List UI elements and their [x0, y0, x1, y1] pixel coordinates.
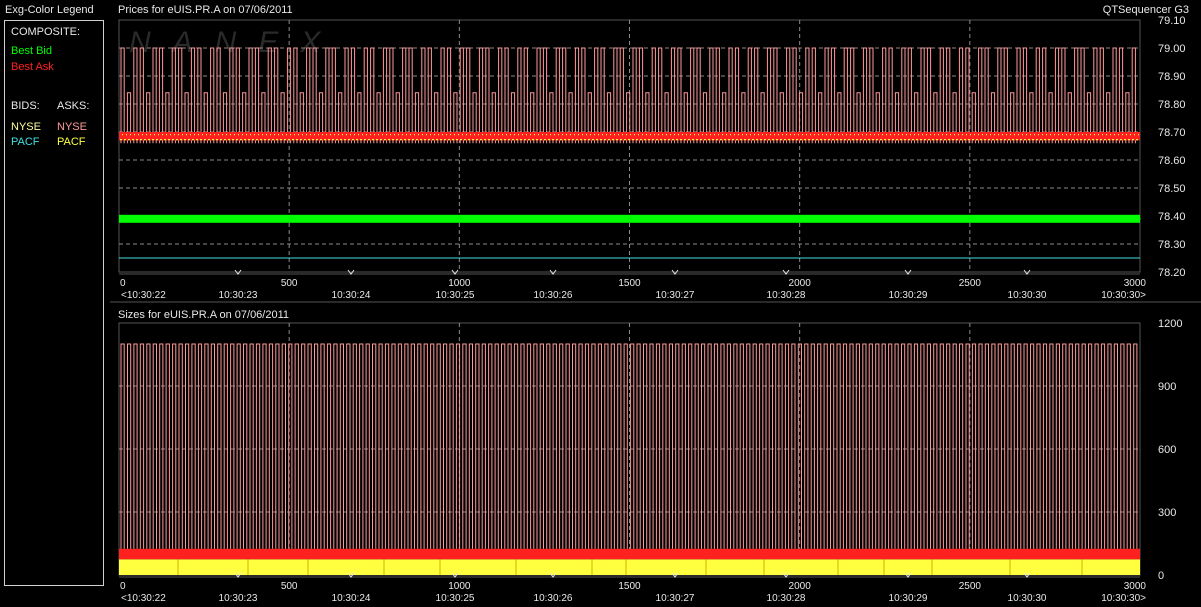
- prices-y-tick-label: 79.00: [1158, 43, 1186, 55]
- prices-time-tick-label: 10:30:30: [1008, 290, 1047, 301]
- prices-y-tick-label: 79.10: [1158, 15, 1186, 27]
- sizes-time-tick-label: 10:30:28: [767, 593, 806, 604]
- sizes-y-tick-label: 900: [1158, 381, 1176, 393]
- prices-x-tick-label: 2000: [789, 278, 812, 289]
- sizes-time-tick-label: 10:30:30: [1008, 593, 1047, 604]
- sizes-x-tick-label: 3000: [1124, 581, 1147, 592]
- prices-time-tick-label: 10:30:30>: [1101, 290, 1146, 301]
- prices-time-tick-label: 10:30:27: [656, 290, 695, 301]
- sizes-x-tick-label: 2000: [789, 581, 812, 592]
- prices-time-tick-label: <10:30:22: [121, 290, 166, 301]
- prices-time-tick-label: 10:30:28: [767, 290, 806, 301]
- prices-y-tick-label: 78.90: [1158, 71, 1186, 83]
- prices-y-tick-label: 78.50: [1158, 183, 1186, 195]
- prices-y-tick-label: 78.60: [1158, 155, 1186, 167]
- prices-time-tick-label: 10:30:25: [436, 290, 475, 301]
- sizes-x-tick-label: 2500: [959, 581, 982, 592]
- sizes-x-tick-label: 1000: [448, 581, 471, 592]
- sizes-y-tick-label: 300: [1158, 507, 1176, 519]
- sizes-time-tick-label: 10:30:26: [534, 593, 573, 604]
- sizes-y-tick-label: 600: [1158, 444, 1176, 456]
- sizes-time-tick-label: 10:30:29: [889, 593, 928, 604]
- sizes-time-tick-label: 10:30:27: [656, 593, 695, 604]
- prices-x-tick-label: 0: [120, 278, 126, 289]
- prices-x-tick-label: 3000: [1124, 278, 1147, 289]
- prices-y-tick-label: 78.70: [1158, 127, 1186, 139]
- prices-time-tick-label: 10:30:26: [534, 290, 573, 301]
- prices-x-tick-label: 2500: [959, 278, 982, 289]
- sizes-time-tick-label: 10:30:23: [219, 593, 258, 604]
- sizes-x-tick-label: 0: [120, 581, 126, 592]
- sizes-y-tick-label: 0: [1158, 570, 1164, 582]
- prices-time-tick-label: 10:30:23: [219, 290, 258, 301]
- sizes-time-tick-label: 10:30:24: [332, 593, 371, 604]
- sizes-x-tick-label: 500: [281, 581, 298, 592]
- sizes-y-tick-label: 1200: [1158, 318, 1182, 330]
- watermark: NANEX: [129, 26, 342, 59]
- prices-x-tick-label: 1500: [618, 278, 641, 289]
- series-best-bid: [119, 214, 1140, 223]
- sizes-x-tick-label: 1500: [618, 581, 641, 592]
- app-window: Exg-Color Legend COMPOSITE: Best Bid Bes…: [0, 0, 1201, 607]
- charts-canvas[interactable]: NANEX 79.10 79.00 78.90 78.80 78.70 78.60 78.50…: [0, 0, 1201, 607]
- prices-y-tick-label: 78.30: [1158, 239, 1186, 251]
- prices-x-tick-label: 1000: [448, 278, 471, 289]
- prices-x-tick-label: 500: [281, 278, 298, 289]
- prices-time-tick-label: 10:30:29: [889, 290, 928, 301]
- series-pacf-size: [119, 559, 1140, 575]
- series-best-ask-size: [119, 548, 1140, 560]
- sizes-time-tick-label: 10:30:30>: [1101, 593, 1146, 604]
- prices-y-tick-label: 78.80: [1158, 99, 1186, 111]
- prices-time-tick-label: 10:30:24: [332, 290, 371, 301]
- prices-y-tick-label: 78.40: [1158, 211, 1186, 223]
- prices-y-tick-label: 78.20: [1158, 267, 1186, 279]
- sizes-time-tick-label: <10:30:22: [121, 593, 166, 604]
- sizes-time-tick-label: 10:30:25: [436, 593, 475, 604]
